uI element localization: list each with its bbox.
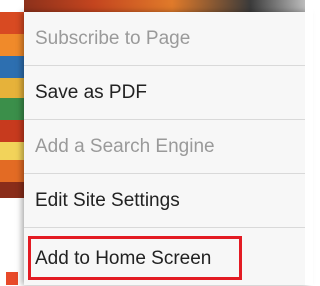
menu-item-save-as-pdf[interactable]: Save as PDF [24,66,310,120]
menu-item-add-search-engine[interactable]: Add a Search Engine [24,120,310,174]
background-artwork [0,0,24,285]
menu-item-add-to-home-screen[interactable]: Add to Home Screen [24,232,310,286]
background-fragment [0,272,24,285]
menu-item-edit-site-settings[interactable]: Edit Site Settings [24,174,310,228]
menu-item-subscribe-to-page[interactable]: Subscribe to Page [24,12,310,66]
background-page-image [0,0,24,285]
background-banner [0,0,313,12]
right-margin [305,0,313,285]
overflow-menu: Subscribe to Page Save as PDF Add a Sear… [24,12,310,285]
